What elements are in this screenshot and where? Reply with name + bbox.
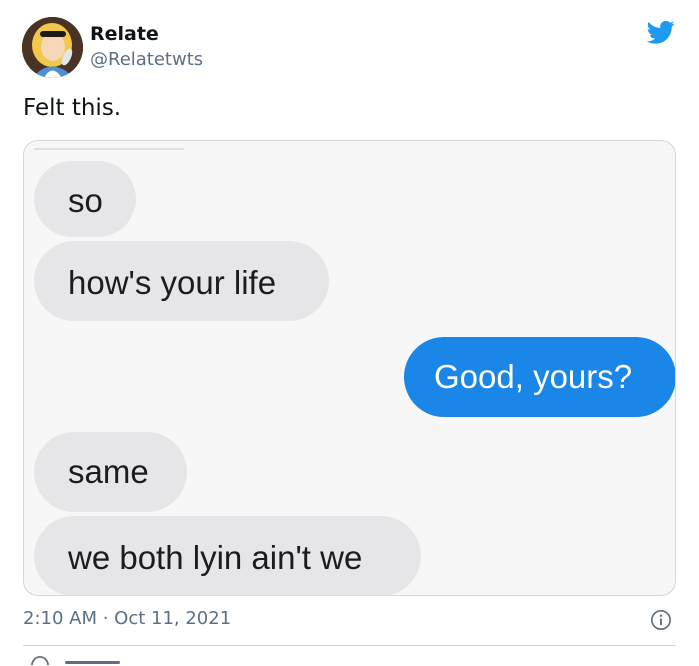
message-bubble-sent: Good, yours? — [404, 337, 675, 417]
tweet-media-image[interactable]: so how's your life Good, yours? same we … — [23, 140, 676, 596]
reply-count-partial — [65, 661, 120, 664]
tweet-card: Relate @Relatetwts Felt this. so how's y… — [0, 0, 699, 666]
avatar[interactable] — [22, 17, 83, 78]
twitter-bird-icon[interactable] — [645, 18, 677, 46]
divider — [23, 645, 676, 646]
info-icon[interactable] — [650, 609, 672, 631]
author-handle[interactable]: @Relatetwts — [90, 49, 203, 71]
message-bubble-received: how's your life — [34, 241, 329, 321]
author-name[interactable]: Relate — [90, 22, 159, 46]
message-bubble-received: we both lyin ain't we — [34, 516, 421, 595]
tweet-timestamp[interactable]: 2:10 AM · Oct 11, 2021 — [23, 608, 231, 630]
reply-icon[interactable] — [28, 655, 52, 666]
message-bubble-received: so — [34, 161, 136, 237]
tweet-text: Felt this. — [23, 95, 122, 121]
avatar-image — [22, 17, 83, 78]
tweet-actions-row — [23, 655, 143, 666]
screenshot-edge-line — [34, 148, 184, 150]
message-bubble-received: same — [34, 432, 187, 512]
